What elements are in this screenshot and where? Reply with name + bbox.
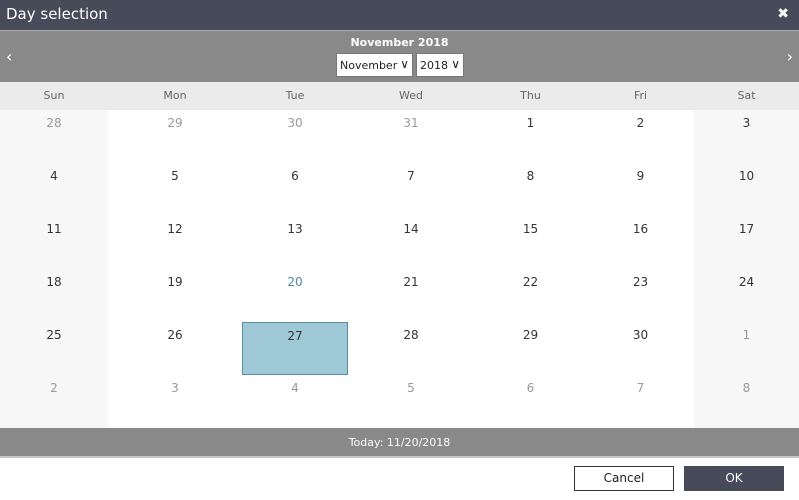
day-cell[interactable]: 2 bbox=[0, 375, 108, 428]
weekday-sun: Sun bbox=[43, 89, 65, 102]
day-cell[interactable]: 3 bbox=[108, 375, 242, 428]
prev-month-button[interactable]: ‹ bbox=[6, 47, 12, 66]
day-cell[interactable]: 10 bbox=[694, 163, 799, 216]
weekday-fri: Fri bbox=[633, 89, 648, 102]
day-cell[interactable]: 4 bbox=[242, 375, 348, 428]
day-cell[interactable]: 3 bbox=[694, 110, 799, 163]
day-grid: 28 29 30 31 1 2 3 4 5 6 7 8 9 10 11 12 13 14 15 16 17 18 19 20 2… bbox=[0, 110, 799, 428]
day-cell[interactable]: 13 bbox=[242, 216, 348, 269]
weekday-sat: Sat bbox=[737, 89, 756, 102]
day-cell[interactable]: 7 bbox=[348, 163, 474, 216]
day-cell[interactable]: 2 bbox=[587, 110, 694, 163]
today-footer[interactable]: Today: 11/20/2018 bbox=[0, 428, 799, 458]
day-cell[interactable]: 8 bbox=[694, 375, 799, 428]
next-month-button[interactable]: › bbox=[787, 47, 793, 66]
day-cell[interactable]: 17 bbox=[694, 216, 799, 269]
weekday-mon: Mon bbox=[163, 89, 187, 102]
month-select-value: November bbox=[340, 59, 398, 72]
day-cell[interactable]: 29 bbox=[474, 322, 587, 375]
chevron-down-icon: ∨ bbox=[451, 57, 460, 71]
day-cell[interactable]: 23 bbox=[587, 269, 694, 322]
day-cell[interactable]: 7 bbox=[587, 375, 694, 428]
close-icon[interactable]: ✖ bbox=[777, 6, 789, 22]
weekday-thu: Thu bbox=[520, 89, 541, 102]
day-cell[interactable]: 11 bbox=[0, 216, 108, 269]
weekday-wed: Wed bbox=[399, 89, 423, 102]
year-select[interactable]: 2018 ∨ bbox=[416, 53, 464, 77]
ok-button[interactable]: OK bbox=[684, 466, 784, 491]
day-cell[interactable]: 8 bbox=[474, 163, 587, 216]
dialog-titlebar: Day selection ✖ bbox=[0, 0, 799, 30]
calendar-header: November 2018 ‹ › November ∨ 2018 ∨ bbox=[0, 30, 799, 82]
day-cell[interactable]: 27 bbox=[242, 322, 348, 375]
day-cell[interactable]: 24 bbox=[694, 269, 799, 322]
cancel-button[interactable]: Cancel bbox=[574, 466, 674, 491]
day-cell[interactable]: 30 bbox=[242, 110, 348, 163]
day-cell[interactable]: 28 bbox=[0, 110, 108, 163]
day-cell[interactable]: 30 bbox=[587, 322, 694, 375]
day-cell[interactable]: 14 bbox=[348, 216, 474, 269]
day-cell[interactable]: 25 bbox=[0, 322, 108, 375]
day-cell[interactable]: 20 bbox=[242, 269, 348, 322]
month-select[interactable]: November ∨ bbox=[336, 53, 413, 77]
day-cell[interactable]: 21 bbox=[348, 269, 474, 322]
day-cell[interactable]: 5 bbox=[348, 375, 474, 428]
day-cell[interactable]: 1 bbox=[474, 110, 587, 163]
weekday-tue: Tue bbox=[285, 89, 305, 102]
year-select-value: 2018 bbox=[420, 59, 448, 72]
day-cell[interactable]: 28 bbox=[348, 322, 474, 375]
day-cell[interactable]: 4 bbox=[0, 163, 108, 216]
day-cell[interactable]: 22 bbox=[474, 269, 587, 322]
day-cell[interactable]: 1 bbox=[694, 322, 799, 375]
day-cell[interactable]: 18 bbox=[0, 269, 108, 322]
day-cell[interactable]: 26 bbox=[108, 322, 242, 375]
day-cell[interactable]: 12 bbox=[108, 216, 242, 269]
dialog-title: Day selection bbox=[6, 5, 108, 23]
day-cell[interactable]: 6 bbox=[242, 163, 348, 216]
day-cell[interactable]: 9 bbox=[587, 163, 694, 216]
weekday-header: Sun Mon Tue Wed Thu Fri Sat bbox=[0, 82, 799, 110]
day-cell[interactable]: 16 bbox=[587, 216, 694, 269]
day-cell[interactable]: 6 bbox=[474, 375, 587, 428]
day-cell[interactable]: 15 bbox=[474, 216, 587, 269]
day-cell[interactable]: 19 bbox=[108, 269, 242, 322]
day-cell[interactable]: 29 bbox=[108, 110, 242, 163]
chevron-down-icon: ∨ bbox=[400, 57, 409, 71]
month-title: November 2018 bbox=[350, 36, 449, 49]
day-cell[interactable]: 31 bbox=[348, 110, 474, 163]
day-cell[interactable]: 5 bbox=[108, 163, 242, 216]
